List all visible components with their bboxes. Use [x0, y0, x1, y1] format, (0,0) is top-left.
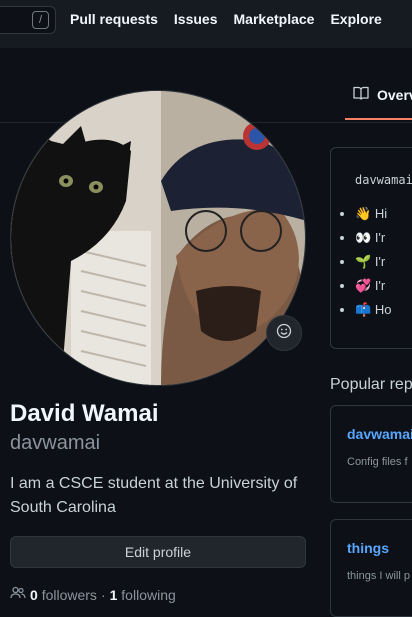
profile-readme-card: davwamai 👋 Hi 👀 I'r 🌱 I'r 💞️ I'r 📫 Ho	[330, 147, 412, 349]
people-icon	[10, 585, 26, 604]
nav-marketplace[interactable]: Marketplace	[234, 11, 315, 27]
repo-card: things things I will p	[330, 519, 412, 617]
tab-overview-label: Overv	[377, 87, 412, 103]
readme-title: davwamai	[355, 173, 412, 187]
readme-item-text: Hi	[374, 206, 388, 221]
followers-label: followers	[41, 586, 97, 603]
repo-link[interactable]: things	[347, 540, 389, 556]
search-input[interactable]: /	[0, 6, 56, 34]
follow-stats: 0 followers · 1 following	[10, 585, 176, 604]
repo-description: Config files f	[347, 456, 408, 468]
wave-emoji: 👋	[355, 206, 372, 221]
nav-pull-requests[interactable]: Pull requests	[70, 11, 158, 27]
top-header: / Pull requests Issues Marketplace Explo…	[0, 0, 412, 49]
profile-username: davwamai	[10, 432, 101, 454]
eyes-emoji: 👀	[355, 230, 372, 245]
follow-separator: ·	[100, 586, 106, 603]
nav-explore[interactable]: Explore	[330, 11, 381, 27]
seedling-emoji: 🌱	[355, 254, 372, 269]
following-label: following	[121, 586, 176, 603]
tab-overview[interactable]: Overv	[345, 72, 412, 120]
readme-item-text: I'r	[374, 278, 386, 293]
hearts-emoji: 💞️	[355, 278, 372, 293]
mailbox-emoji: 📫	[355, 302, 372, 317]
following-count: 1	[109, 586, 118, 603]
readme-item-text: Ho	[374, 302, 392, 317]
profile-fullname: David Wamai	[10, 400, 159, 427]
readme-item: 📫 Ho	[355, 302, 391, 318]
repo-card: davwamai Config files f	[330, 405, 412, 503]
readme-item: 👀 I'r	[355, 230, 391, 246]
set-status-button[interactable]	[266, 315, 302, 351]
followers-count: 0	[30, 586, 38, 603]
readme-item: 🌱 I'r	[355, 254, 391, 270]
avatar[interactable]	[10, 90, 306, 386]
search-shortcut-key: /	[32, 11, 49, 29]
smiley-icon	[276, 323, 292, 344]
readme-item-text: I'r	[374, 254, 386, 269]
nav-issues[interactable]: Issues	[174, 11, 218, 27]
repo-link[interactable]: davwamai	[347, 426, 412, 442]
profile-bio: I am a CSCE student at the University of…	[10, 475, 298, 516]
book-icon	[353, 85, 369, 106]
popular-repos-heading: Popular rep	[330, 376, 412, 393]
global-nav: Pull requests Issues Marketplace Explore	[70, 11, 382, 27]
repo-description: things I will p	[347, 570, 410, 582]
followers-link[interactable]: 0 followers	[30, 587, 97, 603]
following-link[interactable]: 1 following	[110, 587, 176, 603]
readme-list: 👋 Hi 👀 I'r 🌱 I'r 💞️ I'r 📫 Ho	[339, 206, 391, 326]
readme-item: 👋 Hi	[355, 206, 391, 222]
edit-profile-button[interactable]: Edit profile	[10, 536, 306, 568]
readme-item-text: I'r	[374, 230, 386, 245]
readme-item: 💞️ I'r	[355, 278, 391, 294]
